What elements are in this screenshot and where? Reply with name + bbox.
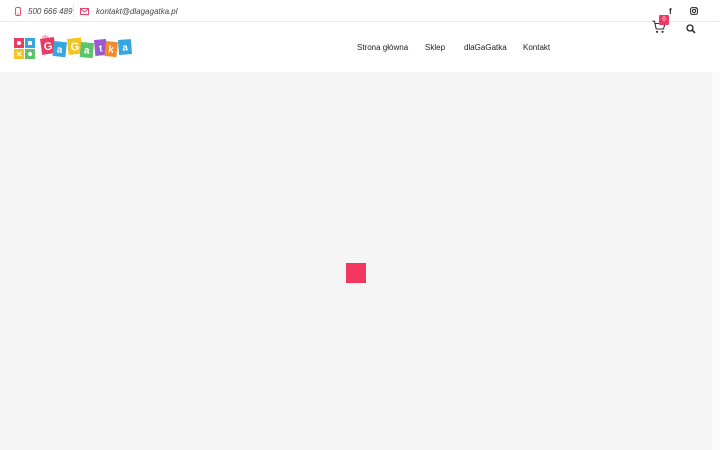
email-contact[interactable]: kontakt@dlagagatka.pl — [80, 0, 178, 22]
nav-item-about[interactable]: dlaGaGatka — [464, 22, 507, 72]
scrollbar[interactable] — [712, 72, 720, 450]
phone-icon — [15, 6, 21, 16]
cart-count-badge: 0 — [659, 15, 669, 25]
nav-item-home[interactable]: Strona główna — [357, 22, 408, 72]
phone-contact[interactable]: 500 666 489 — [15, 0, 73, 22]
loading-spinner — [346, 263, 366, 283]
search-icon[interactable] — [686, 21, 696, 34]
svg-text:G: G — [43, 40, 53, 53]
main-content — [0, 72, 712, 450]
top-bar: 500 666 489 kontakt@dlagagatka.pl f — [0, 0, 720, 22]
envelope-icon — [80, 7, 89, 15]
phone-number: 500 666 489 — [28, 6, 73, 16]
instagram-icon[interactable] — [690, 0, 698, 22]
nav-item-contact[interactable]: Kontakt — [523, 22, 550, 72]
nav-item-shop[interactable]: Sklep — [425, 22, 445, 72]
site-logo[interactable]: G a G a t k a dla — [14, 35, 133, 61]
divider — [73, 4, 74, 18]
site-header: G a G a t k a dla Strona główna Sklep dl… — [0, 22, 720, 72]
svg-text:dla: dla — [42, 35, 49, 41]
email-address: kontakt@dlagagatka.pl — [96, 6, 178, 16]
svg-text:G: G — [70, 41, 80, 54]
